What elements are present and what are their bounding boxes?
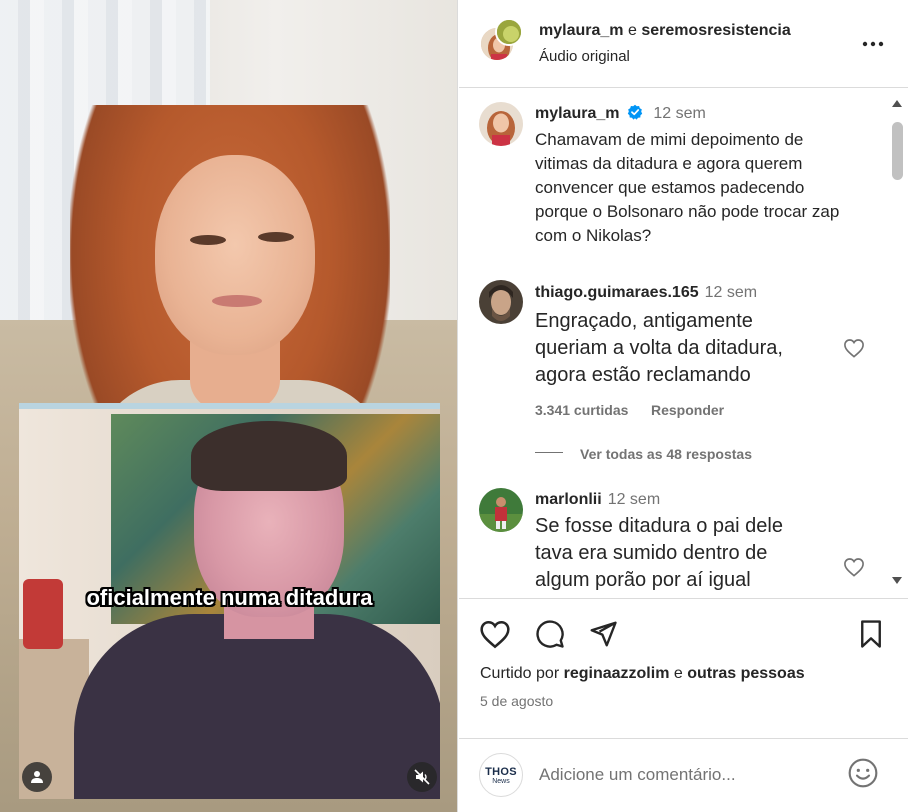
muted-speaker-icon — [414, 769, 430, 785]
video-person-lips — [212, 295, 262, 307]
caption-avatar[interactable] — [479, 102, 523, 146]
comment-avatar[interactable] — [479, 488, 523, 532]
comment-bubble-icon[interactable] — [535, 619, 565, 649]
caption-time[interactable]: 12 sem — [653, 105, 705, 122]
scrollbar-thumb[interactable] — [892, 122, 903, 180]
post-actions: Curtido por reginaazzolim e outras pesso… — [459, 598, 908, 738]
comment-text-line: Engraçado, antigamente — [535, 310, 753, 332]
comment-time[interactable]: 12 sem — [705, 284, 757, 301]
comment-text: Engraçado, antigamente queriam a volta d… — [535, 308, 835, 389]
comment-like-count[interactable]: 3.341 curtidas — [535, 402, 628, 418]
like-heart-icon[interactable] — [479, 619, 511, 649]
comment-text-line: agora estão reclamando — [535, 364, 751, 386]
post-authors: mylaura_m e seremosresistencia — [539, 22, 791, 40]
share-paper-plane-icon[interactable] — [587, 619, 619, 649]
inset-person-hair — [191, 421, 347, 491]
tagged-user-button[interactable] — [22, 762, 52, 792]
liked-by-others[interactable]: outras pessoas — [687, 665, 804, 682]
comment-text-line: Se fosse ditadura o pai dele — [535, 515, 783, 537]
video-person-eye — [258, 232, 294, 242]
video-caption: oficialmente numa ditadura — [86, 585, 373, 610]
user-icon — [31, 771, 43, 783]
comment-avatar-image — [479, 280, 523, 324]
more-options-icon[interactable] — [859, 34, 887, 54]
author-username[interactable]: mylaura_m — [539, 22, 624, 39]
comment-like-heart-icon[interactable] — [843, 557, 865, 577]
comment-header: thiago.guimaraes.165 12 sem — [535, 284, 757, 302]
comment-text-line: tava era sumido dentro de — [535, 542, 768, 564]
video-inset-clip: oficialmente numa ditadura — [19, 403, 440, 799]
caption-text: Chamavam de mimi depoimento de vitimas d… — [535, 130, 840, 245]
reel-video[interactable]: oficialmente numa ditadura — [0, 0, 458, 812]
comment-header: marlonlii 12 sem — [535, 491, 660, 509]
comment-composer: THOS News — [459, 738, 908, 812]
audio-link[interactable]: Áudio original — [539, 48, 630, 65]
coauthor-avatar[interactable] — [495, 18, 523, 46]
post-date[interactable]: 5 de agosto — [480, 693, 553, 709]
comments-list[interactable]: mylaura_m 12 sem Chamavam de mimi depoim… — [459, 88, 908, 598]
video-person-eye — [190, 235, 226, 245]
video-person-face — [155, 155, 315, 355]
avatar-logo-text: THOS — [485, 765, 517, 778]
view-replies-button[interactable]: Ver todas as 48 respostas — [580, 446, 752, 462]
replies-divider — [535, 452, 563, 453]
caption-header: mylaura_m 12 sem — [535, 104, 706, 123]
scroll-up-arrow-icon[interactable] — [891, 98, 903, 108]
authors-connector: e — [627, 22, 637, 39]
post-header: mylaura_m e seremosresistencia Áudio ori… — [459, 0, 908, 88]
comment-time[interactable]: 12 sem — [608, 491, 660, 508]
liked-by-summary: Curtido por reginaazzolim e outras pesso… — [480, 665, 805, 683]
emoji-icon[interactable] — [847, 757, 879, 789]
scroll-down-arrow-icon[interactable] — [891, 576, 903, 586]
coauthor-avatar-image — [497, 20, 521, 44]
verified-badge-icon — [627, 104, 643, 120]
liked-by-connector: e — [673, 665, 683, 682]
comment-avatar[interactable] — [479, 280, 523, 324]
liked-by-prefix: Curtido por — [480, 665, 560, 682]
reply-button[interactable]: Responder — [651, 402, 724, 418]
comment-username[interactable]: thiago.guimaraes.165 — [535, 284, 699, 301]
comment-text-line: algum porão por aí igual — [535, 569, 751, 591]
comment-like-heart-icon[interactable] — [843, 338, 865, 358]
save-bookmark-icon[interactable] — [857, 619, 885, 649]
comment-username[interactable]: marlonlii — [535, 491, 602, 508]
coauthor-username[interactable]: seremosresistencia — [641, 22, 790, 39]
liked-by-user[interactable]: reginaazzolim — [564, 665, 670, 682]
post-details-panel: mylaura_m e seremosresistencia Áudio ori… — [459, 0, 908, 812]
caption-username[interactable]: mylaura_m — [535, 105, 620, 122]
mute-button[interactable] — [407, 762, 437, 792]
comment-input[interactable] — [539, 761, 839, 789]
current-user-avatar[interactable]: THOS News — [479, 753, 523, 797]
comment-text-line: queriam a volta da ditadura, — [535, 337, 783, 359]
comment-text: Se fosse ditadura o pai dele tava era su… — [535, 513, 835, 594]
inset-person-body — [74, 614, 440, 799]
caption-avatar-image — [479, 102, 523, 146]
avatar-logo-subtext: News — [492, 777, 510, 785]
comment-avatar-image — [479, 488, 523, 532]
